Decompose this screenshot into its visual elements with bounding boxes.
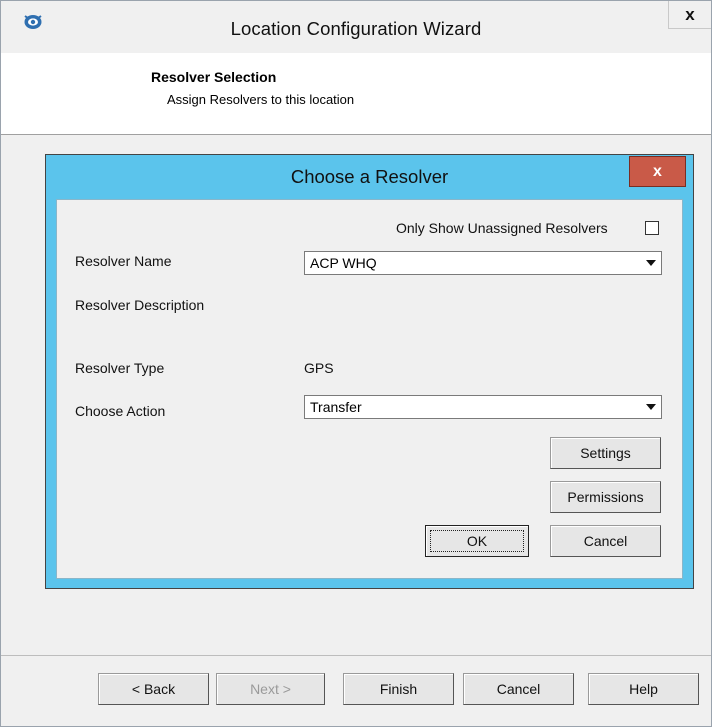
wizard-titlebar: Location Configuration Wizard x bbox=[1, 1, 711, 53]
dialog-body: Only Show Unassigned Resolvers Resolver … bbox=[56, 199, 683, 579]
ok-button[interactable]: OK bbox=[425, 525, 529, 557]
wizard-window: Location Configuration Wizard x Resolver… bbox=[0, 0, 712, 727]
close-icon: x bbox=[685, 4, 695, 24]
choose-action-label: Choose Action bbox=[75, 403, 166, 419]
help-button[interactable]: Help bbox=[588, 673, 699, 705]
dialog-close-button[interactable]: x bbox=[629, 156, 686, 187]
dialog-cancel-button[interactable]: Cancel bbox=[550, 525, 661, 557]
close-icon: x bbox=[653, 162, 662, 180]
next-button[interactable]: Next > bbox=[216, 673, 325, 705]
window-close-button[interactable]: x bbox=[668, 1, 711, 29]
focus-rectangle bbox=[430, 530, 524, 552]
window-title: Location Configuration Wizard bbox=[230, 18, 482, 39]
unassigned-only-label: Only Show Unassigned Resolvers bbox=[396, 220, 608, 236]
resolver-description-label: Resolver Description bbox=[75, 297, 205, 313]
chevron-down-icon bbox=[642, 254, 659, 272]
resolver-name-select[interactable]: ACP WHQ bbox=[304, 251, 662, 275]
dialog-title: Choose a Resolver bbox=[290, 166, 449, 187]
unassigned-only-checkbox[interactable] bbox=[645, 221, 659, 235]
choose-action-select[interactable]: Transfer bbox=[304, 395, 662, 419]
choose-action-value: Transfer bbox=[310, 399, 362, 415]
finish-button[interactable]: Finish bbox=[343, 673, 454, 705]
resolver-type-value: GPS bbox=[304, 360, 334, 376]
chevron-down-icon bbox=[642, 398, 659, 416]
wizard-header: Resolver Selection Assign Resolvers to t… bbox=[1, 53, 711, 135]
resolver-name-value: ACP WHQ bbox=[310, 255, 377, 271]
resolver-type-label: Resolver Type bbox=[75, 360, 165, 376]
settings-button[interactable]: Settings bbox=[550, 437, 661, 469]
back-button[interactable]: < Back bbox=[98, 673, 209, 705]
footer-divider bbox=[1, 655, 711, 656]
page-title: Resolver Selection bbox=[151, 69, 277, 85]
wizard-cancel-button[interactable]: Cancel bbox=[463, 673, 574, 705]
permissions-button[interactable]: Permissions bbox=[550, 481, 661, 513]
choose-resolver-dialog: Choose a Resolver x Only Show Unassigned… bbox=[45, 154, 694, 589]
resolver-name-label: Resolver Name bbox=[75, 253, 172, 269]
page-subtitle: Assign Resolvers to this location bbox=[167, 92, 355, 107]
